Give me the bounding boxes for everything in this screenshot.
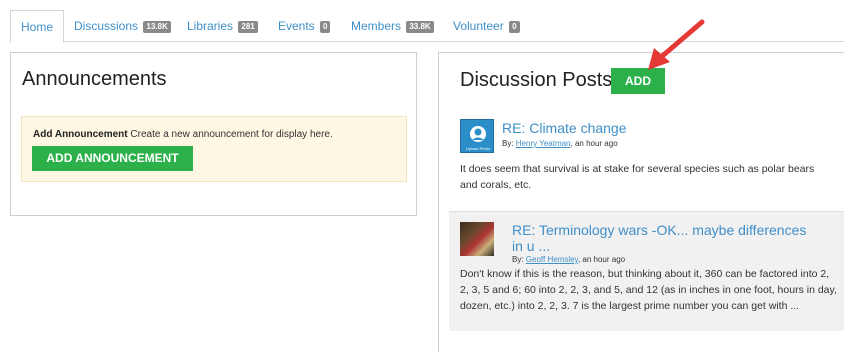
tab-label: Volunteer xyxy=(453,19,504,33)
add-announcement-box: Add Announcement Create a new announceme… xyxy=(21,116,407,182)
post-excerpt: It does seem that survival is at stake f… xyxy=(460,163,815,191)
count-badge: 0 xyxy=(320,21,331,33)
author-link[interactable]: Geoff Hemsley xyxy=(526,255,578,264)
post-title-link[interactable]: RE: Climate change xyxy=(502,120,802,136)
tab-label: Discussions xyxy=(74,19,139,33)
tab-label: Libraries xyxy=(187,19,234,33)
tab-label: Members xyxy=(351,19,402,33)
avatar[interactable] xyxy=(460,222,494,256)
discussion-posts-title: Discussion Posts xyxy=(460,69,613,91)
discussion-posts-panel: Discussion Posts ADD Upload Photo RE: Cl… xyxy=(438,52,844,352)
by-label: By: xyxy=(502,139,514,148)
add-announcement-description: Create a new announcement for display he… xyxy=(130,129,333,140)
tab-volunteer[interactable]: Volunteer 0 xyxy=(453,10,520,42)
count-badge: 0 xyxy=(509,21,520,33)
tab-members[interactable]: Members 33.8K xyxy=(351,10,434,42)
tab-events[interactable]: Events 0 xyxy=(278,10,331,42)
avatar[interactable]: Upload Photo xyxy=(460,119,494,153)
count-badge: 281 xyxy=(238,21,258,33)
avatar-caption: Upload Photo xyxy=(465,146,491,151)
author-link[interactable]: Henry Yeatman xyxy=(516,139,571,148)
count-badge: 33.8K xyxy=(406,21,434,33)
tab-label: Home xyxy=(21,20,54,34)
add-announcement-prompt: Add Announcement Create a new announceme… xyxy=(33,129,333,140)
post-title-link[interactable]: RE: Terminology wars -OK... maybe differ… xyxy=(512,222,812,254)
add-announcement-button[interactable]: ADD ANNOUNCEMENT xyxy=(32,146,193,171)
list-item: Upload Photo RE: Climate change By: Henr… xyxy=(439,113,844,209)
tab-bar: Home Discussions 13.8K Libraries 281 Eve… xyxy=(10,0,844,43)
tab-discussions[interactable]: Discussions 13.8K xyxy=(74,10,171,42)
list-item: RE: Terminology wars -OK... maybe differ… xyxy=(449,211,844,331)
count-badge: 13.8K xyxy=(143,21,171,33)
by-label: By: xyxy=(512,255,524,264)
tab-libraries[interactable]: Libraries 281 xyxy=(187,10,258,42)
announcements-panel: Announcements Add Announcement Create a … xyxy=(10,52,417,216)
tab-label: Events xyxy=(278,19,315,33)
post-timestamp: , an hour ago xyxy=(570,139,618,148)
post-timestamp: , an hour ago xyxy=(577,255,626,264)
post-excerpt: Don't know if this is the reason, but th… xyxy=(460,268,837,312)
tab-home[interactable]: Home xyxy=(10,10,65,43)
post-byline: By: Geoff Hemsley, an hour ago xyxy=(512,255,625,264)
add-announcement-heading: Add Announcement xyxy=(33,129,128,140)
red-arrow-icon xyxy=(648,19,705,70)
announcements-title: Announcements xyxy=(22,68,167,90)
post-byline: By: Henry Yeatman, an hour ago xyxy=(502,139,618,148)
